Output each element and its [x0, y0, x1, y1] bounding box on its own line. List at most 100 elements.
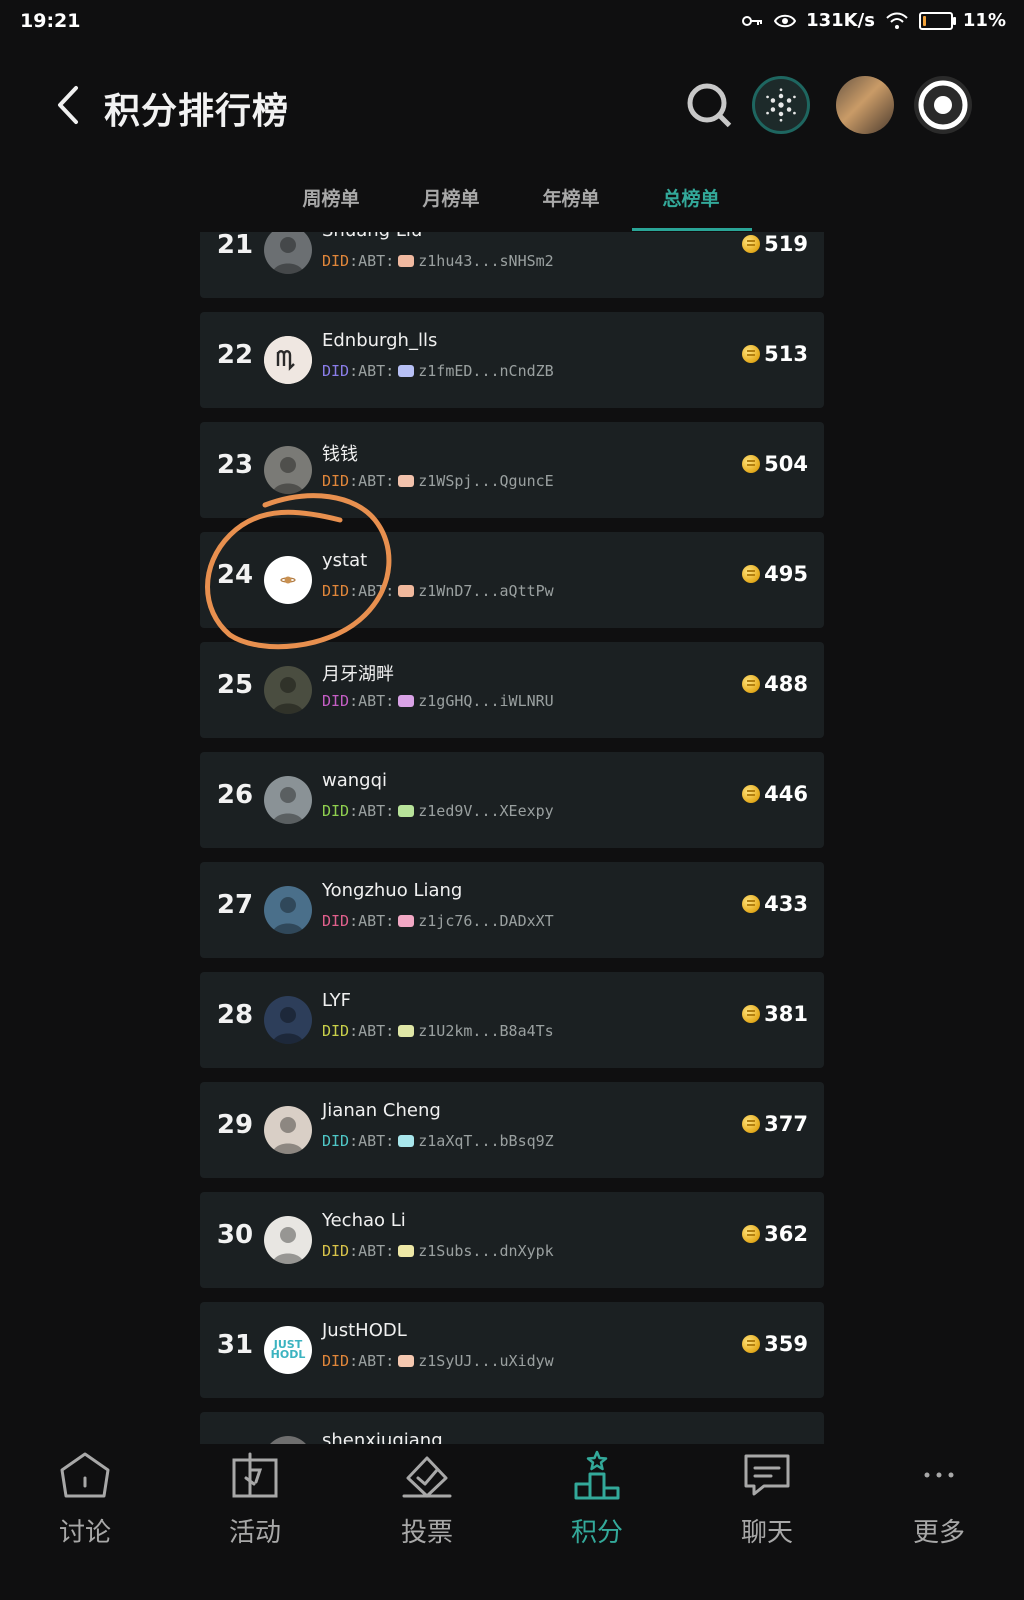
leaderboard-row[interactable]: 27 Yongzhuo Liang DID:ABT: z1jc76...DADxXT 4…	[200, 862, 824, 958]
person-silhouette-icon	[272, 1227, 304, 1264]
leaderboard-row[interactable]: 28 LYF DID:ABT: z1U2km...B8a4Ts 381	[200, 972, 824, 1068]
nav-vote[interactable]: 投票	[362, 1450, 492, 1549]
leaderboard-row[interactable]: 30 Yechao Li DID:ABT: z1Subs...dnXypk 362	[200, 1192, 824, 1288]
did-swatch	[398, 1135, 415, 1147]
page-title: 积分排行榜	[104, 91, 290, 132]
did-swatch	[398, 1025, 415, 1037]
address-text: z1Subs...dnXypk	[418, 1242, 554, 1260]
abt-label: :ABT:	[349, 1022, 395, 1040]
nav-chat[interactable]: 聊天	[702, 1450, 832, 1549]
coin-icon	[742, 455, 761, 473]
address-text: z1gGHQ...iWLNRU	[418, 692, 554, 710]
nav-label: 积分	[570, 1518, 623, 1548]
tab-monthly[interactable]: 月榜单	[392, 178, 510, 230]
tab-overall[interactable]: 总榜单	[632, 178, 750, 230]
abt-label: :ABT:	[349, 802, 395, 820]
user-avatar[interactable]	[264, 886, 312, 934]
user-avatar[interactable]: JUST HODL	[264, 1326, 312, 1374]
coin-icon	[742, 1335, 761, 1353]
leaderboard-row[interactable]: 29 Jianan Cheng DID:ABT: z1aXqT...bBsq9Z 377	[200, 1082, 824, 1178]
tab-yearly[interactable]: 年榜单	[512, 178, 630, 230]
coin-icon	[742, 235, 761, 253]
battery-percent: 11%	[962, 10, 1006, 31]
score-value: 446	[764, 782, 808, 806]
address-text: z1hu43...sNHSm2	[418, 252, 554, 270]
leaderboard-row[interactable]: 25 月牙湖畔 DID:ABT: z1gGHQ...iWLNRU 488	[200, 642, 824, 738]
did-swatch	[398, 1355, 415, 1367]
user-avatar[interactable]	[264, 556, 312, 604]
user-avatar[interactable]	[264, 336, 312, 384]
chat-icon	[744, 1454, 790, 1496]
user-avatar[interactable]	[264, 1106, 312, 1154]
rank-number: 24	[216, 560, 254, 590]
status-icons: 131K/s 11%	[742, 10, 1006, 31]
did-swatch	[398, 475, 415, 487]
user-avatar[interactable]	[264, 1216, 312, 1264]
leaderboard-row[interactable]: 22 Ednburgh_lls DID:ABT: z1fmED...nCndZB 513	[200, 312, 824, 408]
rank-number: 29	[216, 1110, 254, 1140]
nav-more[interactable]: 更多	[874, 1450, 1004, 1549]
user-name: 钱钱	[322, 444, 358, 465]
score-value: 488	[764, 672, 808, 696]
person-silhouette-icon	[272, 897, 304, 934]
did-address: DID:ABT: z1aXqT...bBsq9Z	[322, 1132, 554, 1150]
bottom-nav: 讨论 活动 投票 积分 聊天 更多	[0, 1444, 1024, 1600]
score-value: 495	[764, 562, 808, 586]
leaderboard-row[interactable]: 31 JUST HODL JustHODL DID:ABT: z1SyUJ...uXid…	[200, 1302, 824, 1398]
app-logo-icon[interactable]	[752, 76, 810, 134]
key-icon	[742, 15, 763, 26]
leaderboard-row[interactable]: 23 钱钱 DID:ABT: z1WSpj...QguncE 504	[200, 422, 824, 518]
user-avatar[interactable]	[264, 776, 312, 824]
did-address: DID:ABT: z1Subs...dnXypk	[322, 1242, 554, 1260]
user-name: JustHODL	[322, 1320, 407, 1341]
rank-number: 27	[216, 890, 254, 920]
did-label: DID	[322, 582, 350, 600]
score-value: 519	[764, 232, 808, 256]
user-avatar[interactable]	[264, 666, 312, 714]
rank-number: 30	[216, 1220, 254, 1250]
leaderboard-row[interactable]: 21 Shuang Liu DID:ABT: z1hu43...sNHSm2 519	[200, 232, 824, 298]
planet-icon	[280, 576, 296, 584]
user-name: wangqi	[322, 770, 388, 791]
nav-discussion[interactable]: 讨论	[20, 1450, 150, 1549]
address-text: z1ed9V...XEexpy	[418, 802, 554, 820]
coin-icon	[742, 1225, 761, 1243]
nav-label: 投票	[400, 1518, 453, 1548]
leaderboard-row[interactable]: 26 wangqi DID:ABT: z1ed9V...XEexpy 446	[200, 752, 824, 848]
points-score: 495	[742, 562, 808, 586]
podium-icon	[574, 1450, 620, 1500]
search-icon[interactable]	[680, 76, 738, 134]
did-address: DID:ABT: z1fmED...nCndZB	[322, 362, 554, 380]
tab-active-indicator	[632, 228, 752, 231]
user-avatar[interactable]	[264, 996, 312, 1044]
person-silhouette-icon	[272, 677, 304, 714]
user-avatar[interactable]	[264, 446, 312, 494]
did-address: DID:ABT: z1U2km...B8a4Ts	[322, 1022, 554, 1040]
person-silhouette-icon	[272, 1117, 304, 1154]
leaderboard-row[interactable]: shenxiuqiang	[200, 1412, 824, 1444]
points-score: 377	[742, 1112, 808, 1136]
back-arrow-icon[interactable]	[48, 80, 88, 130]
abt-label: :ABT:	[349, 692, 395, 710]
did-address: DID:ABT: z1jc76...DADxXT	[322, 912, 554, 930]
status-bar: 19:21 131K/s 11%	[0, 0, 1024, 44]
user-name: 月牙湖畔	[322, 664, 394, 685]
score-value: 381	[764, 1002, 808, 1026]
tab-weekly[interactable]: 周榜单	[272, 178, 390, 230]
battery-icon	[918, 11, 956, 30]
user-avatar[interactable]	[264, 232, 312, 274]
rank-number: 21	[216, 232, 254, 260]
nav-points[interactable]: 积分	[532, 1450, 662, 1549]
user-avatar[interactable]	[264, 1436, 312, 1444]
leaderboard-row[interactable]: 24 ystat DID:ABT: z1WnD7...aQttPw 495	[200, 532, 824, 628]
leaderboard-list[interactable]: 21Shuang LiuDID:ABT:z1hu43...sNHSm251922…	[0, 232, 1024, 1444]
rank-number: 25	[216, 670, 254, 700]
did-label: DID	[322, 362, 350, 380]
abt-label: :ABT:	[349, 362, 395, 380]
nav-activity[interactable]: 活动	[190, 1450, 320, 1549]
wifi-icon	[886, 12, 908, 29]
record-icon[interactable]	[914, 76, 972, 134]
user-avatar[interactable]	[836, 76, 894, 134]
did-swatch	[398, 915, 415, 927]
coin-icon	[742, 895, 761, 913]
